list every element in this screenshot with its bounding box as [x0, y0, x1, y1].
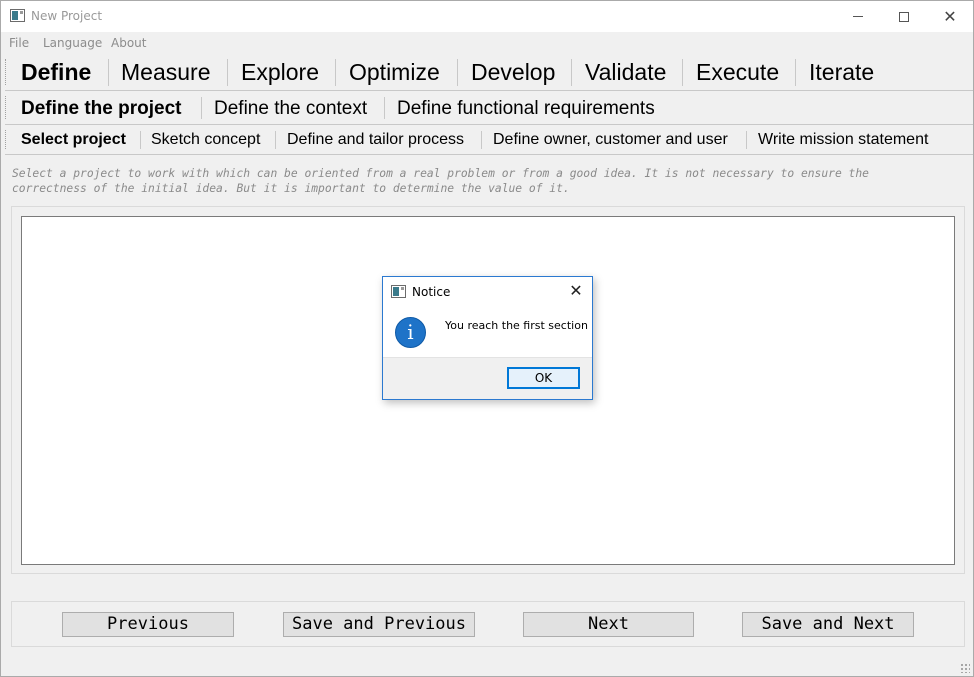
window-title: New Project [31, 9, 103, 23]
maximize-button[interactable] [881, 1, 927, 32]
tab-separator [795, 59, 796, 86]
close-button[interactable]: ✕ [927, 1, 973, 32]
tab-define-the-project[interactable]: Define the project [21, 98, 181, 120]
description-line: Select a project to work with which can … [12, 167, 869, 180]
toolbar-grip [5, 130, 8, 149]
toolbar-grip [5, 59, 8, 85]
info-icon: i [395, 317, 426, 348]
close-icon: ✕ [943, 7, 957, 26]
notice-dialog: Notice ✕ i You reach the first section O… [382, 276, 593, 400]
close-icon: ✕ [569, 281, 583, 300]
ok-button[interactable]: OK [507, 367, 580, 389]
dialog-message: You reach the first section [445, 319, 588, 332]
tab-separator [140, 131, 141, 149]
tab-separator [108, 59, 109, 86]
tab-write-mission-statement[interactable]: Write mission statement [758, 131, 928, 149]
tab-validate[interactable]: Validate [585, 59, 666, 86]
save-and-next-button[interactable]: Save and Next [742, 612, 914, 637]
tab-separator [481, 131, 482, 149]
resize-grip-icon[interactable] [960, 663, 970, 673]
dialog-close-button[interactable]: ✕ [563, 280, 589, 302]
menu-file[interactable]: File [9, 36, 29, 50]
menu-about[interactable]: About [111, 36, 146, 50]
tab-define-and-tailor-process[interactable]: Define and tailor process [287, 131, 464, 149]
tab-separator [335, 59, 336, 86]
dialog-title: Notice [412, 285, 451, 299]
tab-separator [384, 97, 385, 119]
tab-separator [571, 59, 572, 86]
tab-execute[interactable]: Execute [696, 59, 779, 86]
menu-bar: File Language About [1, 32, 973, 53]
tab-develop[interactable]: Develop [471, 59, 555, 86]
tab-define[interactable]: Define [21, 59, 91, 86]
app-icon [10, 9, 25, 22]
title-bar: New Project ✕ [1, 1, 973, 32]
description-line: correctness of the initial idea. But it … [12, 182, 570, 195]
tab-define-owner-customer-user[interactable]: Define owner, customer and user [493, 131, 728, 149]
dialog-app-icon [391, 285, 406, 298]
tab-separator [227, 59, 228, 86]
tab-explore[interactable]: Explore [241, 59, 319, 86]
tab-optimize[interactable]: Optimize [349, 59, 440, 86]
tab-separator [746, 131, 747, 149]
tab-define-the-context[interactable]: Define the context [214, 98, 367, 120]
minimize-icon [853, 16, 863, 17]
menu-language[interactable]: Language [43, 36, 102, 50]
step-tab-bar: Define the project Define the context De… [5, 91, 973, 125]
tab-separator [457, 59, 458, 86]
previous-button[interactable]: Previous [62, 612, 234, 637]
tab-separator [201, 97, 202, 119]
minimize-button[interactable] [835, 1, 881, 32]
tab-sketch-concept[interactable]: Sketch concept [151, 131, 260, 149]
tab-select-project[interactable]: Select project [21, 131, 126, 149]
tab-measure[interactable]: Measure [121, 59, 210, 86]
tab-iterate[interactable]: Iterate [809, 59, 874, 86]
tab-separator [682, 59, 683, 86]
phase-tab-bar: Define Measure Explore Optimize Develop … [5, 54, 973, 91]
tab-separator [275, 131, 276, 149]
maximize-icon [899, 11, 909, 22]
dialog-footer: OK [383, 357, 592, 399]
tab-define-functional-requirements[interactable]: Define functional requirements [397, 98, 655, 120]
section-description: Select a project to work with which can … [12, 166, 962, 196]
save-and-previous-button[interactable]: Save and Previous [283, 612, 475, 637]
task-tab-bar: Select project Sketch concept Define and… [5, 125, 973, 155]
next-button[interactable]: Next [523, 612, 694, 637]
toolbar-grip [5, 96, 8, 119]
